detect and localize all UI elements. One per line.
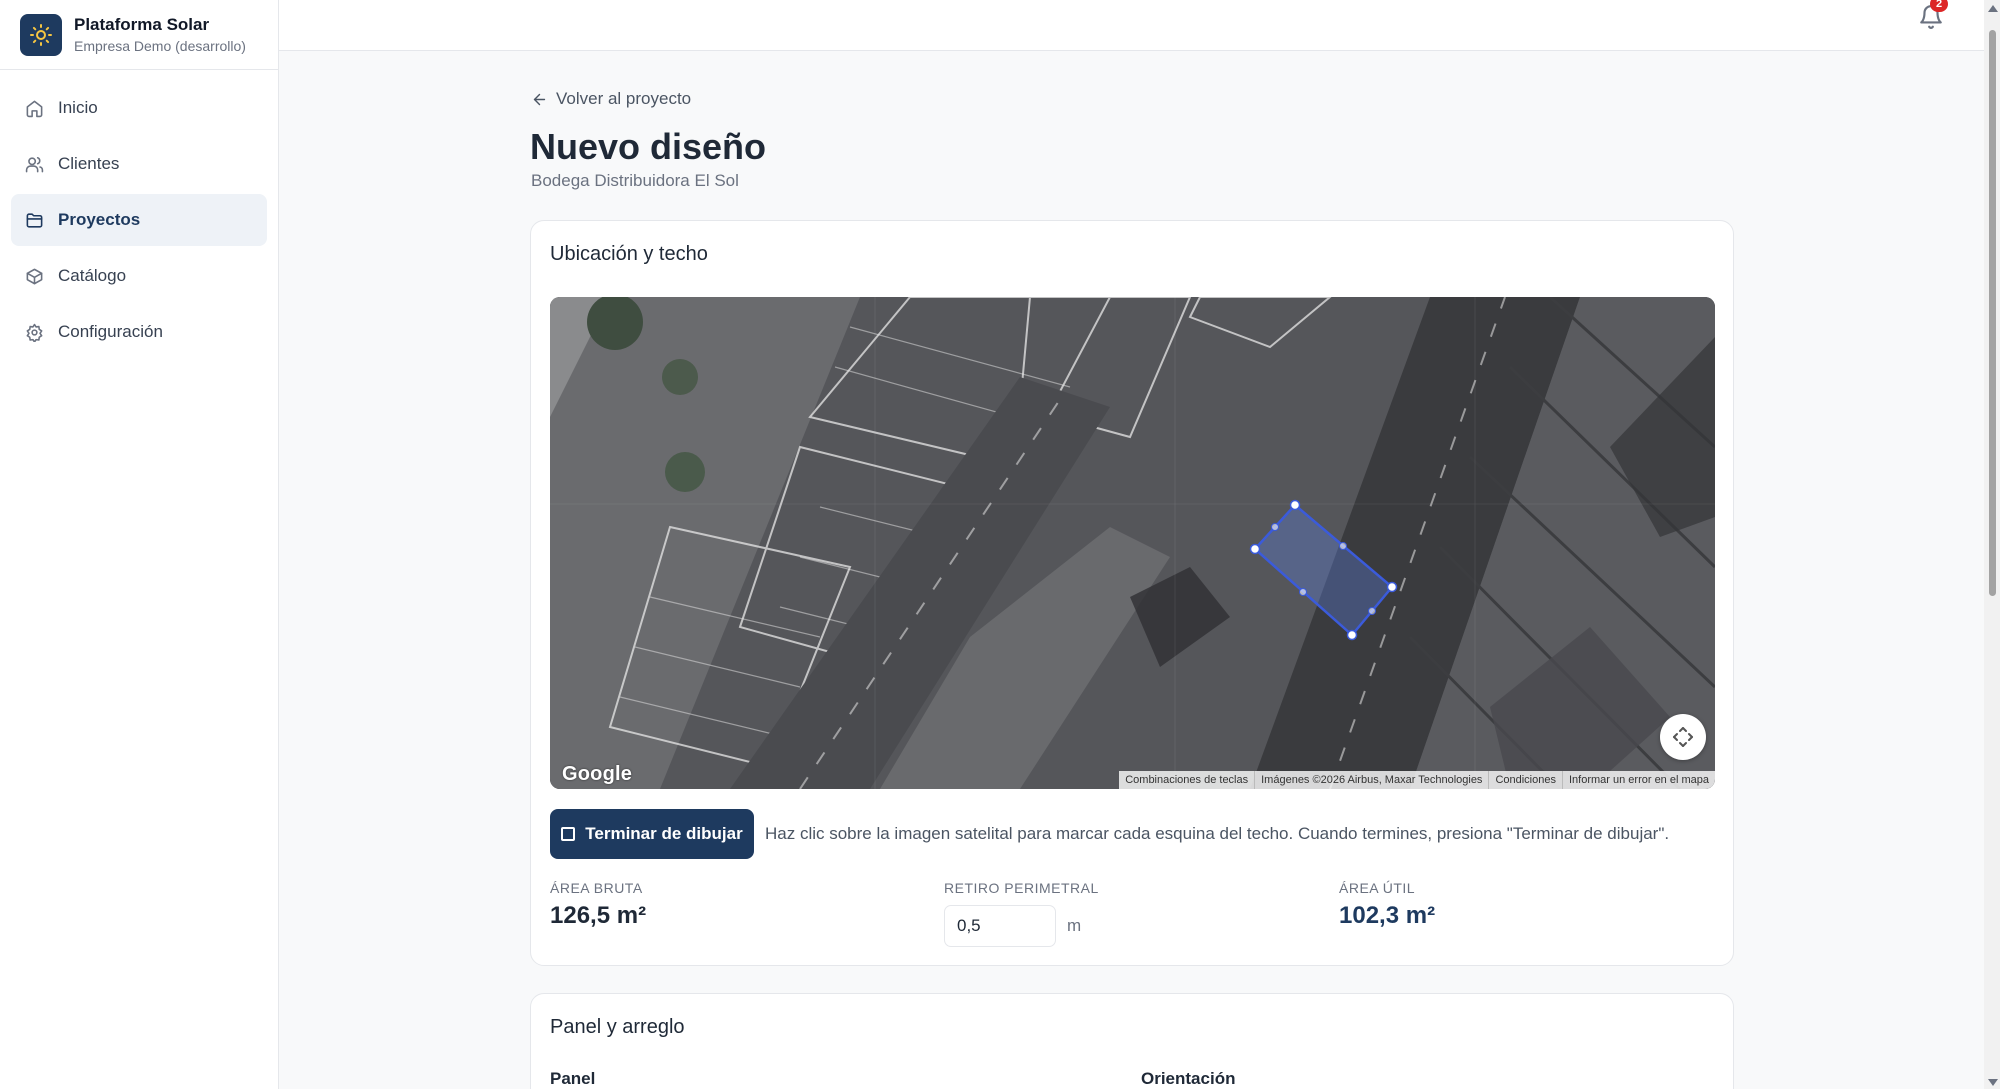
fullscreen-button[interactable] (1660, 714, 1706, 760)
setback-label: RETIRO PERIMETRAL (944, 880, 1099, 896)
satellite-imagery[interactable] (550, 297, 1715, 789)
card-title: Ubicación y techo (550, 243, 708, 265)
scroll-down-icon[interactable] (1988, 1079, 1998, 1086)
page-subtitle: Bodega Distribuidora El Sol (531, 171, 739, 190)
package-icon (26, 268, 43, 284)
usable-area-value: 102,3 m² (1339, 902, 1436, 929)
sidebar-item-label: Clientes (58, 154, 120, 173)
back-link-label: Volver al proyecto (556, 89, 692, 108)
panel-array-card: Panel y arreglo Panel Orientación (530, 993, 1734, 1089)
gross-area-label: ÁREA BRUTA (550, 880, 643, 896)
brand: Plataforma Solar Empresa Demo (desarroll… (0, 0, 278, 70)
sidebar-nav: Inicio Clientes Proyectos Catálogo Confi… (0, 70, 278, 374)
page-scrollbar[interactable] (1984, 0, 2000, 1089)
location-roof-card: Ubicación y techo Google Combinaciones d… (530, 220, 1734, 966)
satellite-map[interactable]: Google Combinaciones de teclas Imágenes … (550, 297, 1715, 789)
terms-link[interactable]: Condiciones (1488, 771, 1562, 789)
scroll-up-icon[interactable] (1988, 5, 1998, 12)
sidebar-item-configuracion[interactable]: Configuración (11, 306, 267, 358)
orientation-field-label: Orientación (1141, 1069, 1236, 1088)
sidebar-item-label: Catálogo (58, 266, 127, 285)
sidebar-item-label: Inicio (58, 98, 98, 117)
keyboard-shortcuts-link[interactable]: Combinaciones de teclas (1119, 771, 1254, 789)
map-attribution: Combinaciones de teclas Imágenes ©2026 A… (1119, 771, 1715, 789)
folder-icon (26, 212, 43, 228)
card-title: Panel y arreglo (550, 1016, 685, 1038)
setback-unit: m (1067, 916, 1082, 935)
google-logo: Google (562, 763, 633, 785)
sidebar-item-catalogo[interactable]: Catálogo (11, 250, 267, 302)
page-title: Nuevo diseño (530, 126, 767, 167)
users-icon (25, 156, 44, 172)
setback-input[interactable] (944, 905, 1056, 947)
back-to-project-link[interactable]: Volver al proyecto (531, 89, 691, 109)
home-icon (26, 100, 43, 117)
arrow-left-icon (533, 93, 546, 105)
sidebar: Plataforma Solar Empresa Demo (desarroll… (0, 0, 279, 1089)
sidebar-item-inicio[interactable]: Inicio (11, 82, 267, 134)
sun-logo-icon (20, 13, 62, 56)
stop-square-icon (561, 827, 576, 841)
sidebar-item-label: Proyectos (58, 210, 141, 229)
sidebar-item-clientes[interactable]: Clientes (11, 138, 267, 190)
sidebar-item-label: Configuración (58, 322, 163, 341)
brand-subtitle: Empresa Demo (desarrollo) (74, 38, 246, 54)
gear-icon (26, 323, 43, 342)
topbar (279, 0, 2000, 51)
scroll-thumb[interactable] (1989, 30, 1996, 596)
imagery-credit: Imágenes ©2026 Airbus, Maxar Technologie… (1254, 771, 1488, 789)
sidebar-item-proyectos[interactable]: Proyectos (11, 194, 267, 246)
brand-title: Plataforma Solar (74, 15, 210, 34)
report-error-link[interactable]: Informar un error en el mapa (1561, 771, 1715, 789)
finish-drawing-label: Terminar de dibujar (585, 824, 743, 843)
gross-area-value: 126,5 m² (550, 902, 647, 929)
expand-arrows-icon (1673, 727, 1693, 747)
finish-drawing-button[interactable]: Terminar de dibujar (550, 809, 754, 859)
panel-field-label: Panel (550, 1069, 596, 1088)
usable-area-label: ÁREA ÚTIL (1339, 880, 1416, 896)
drawing-hint: Haz clic sobre la imagen satelital para … (765, 824, 1670, 843)
